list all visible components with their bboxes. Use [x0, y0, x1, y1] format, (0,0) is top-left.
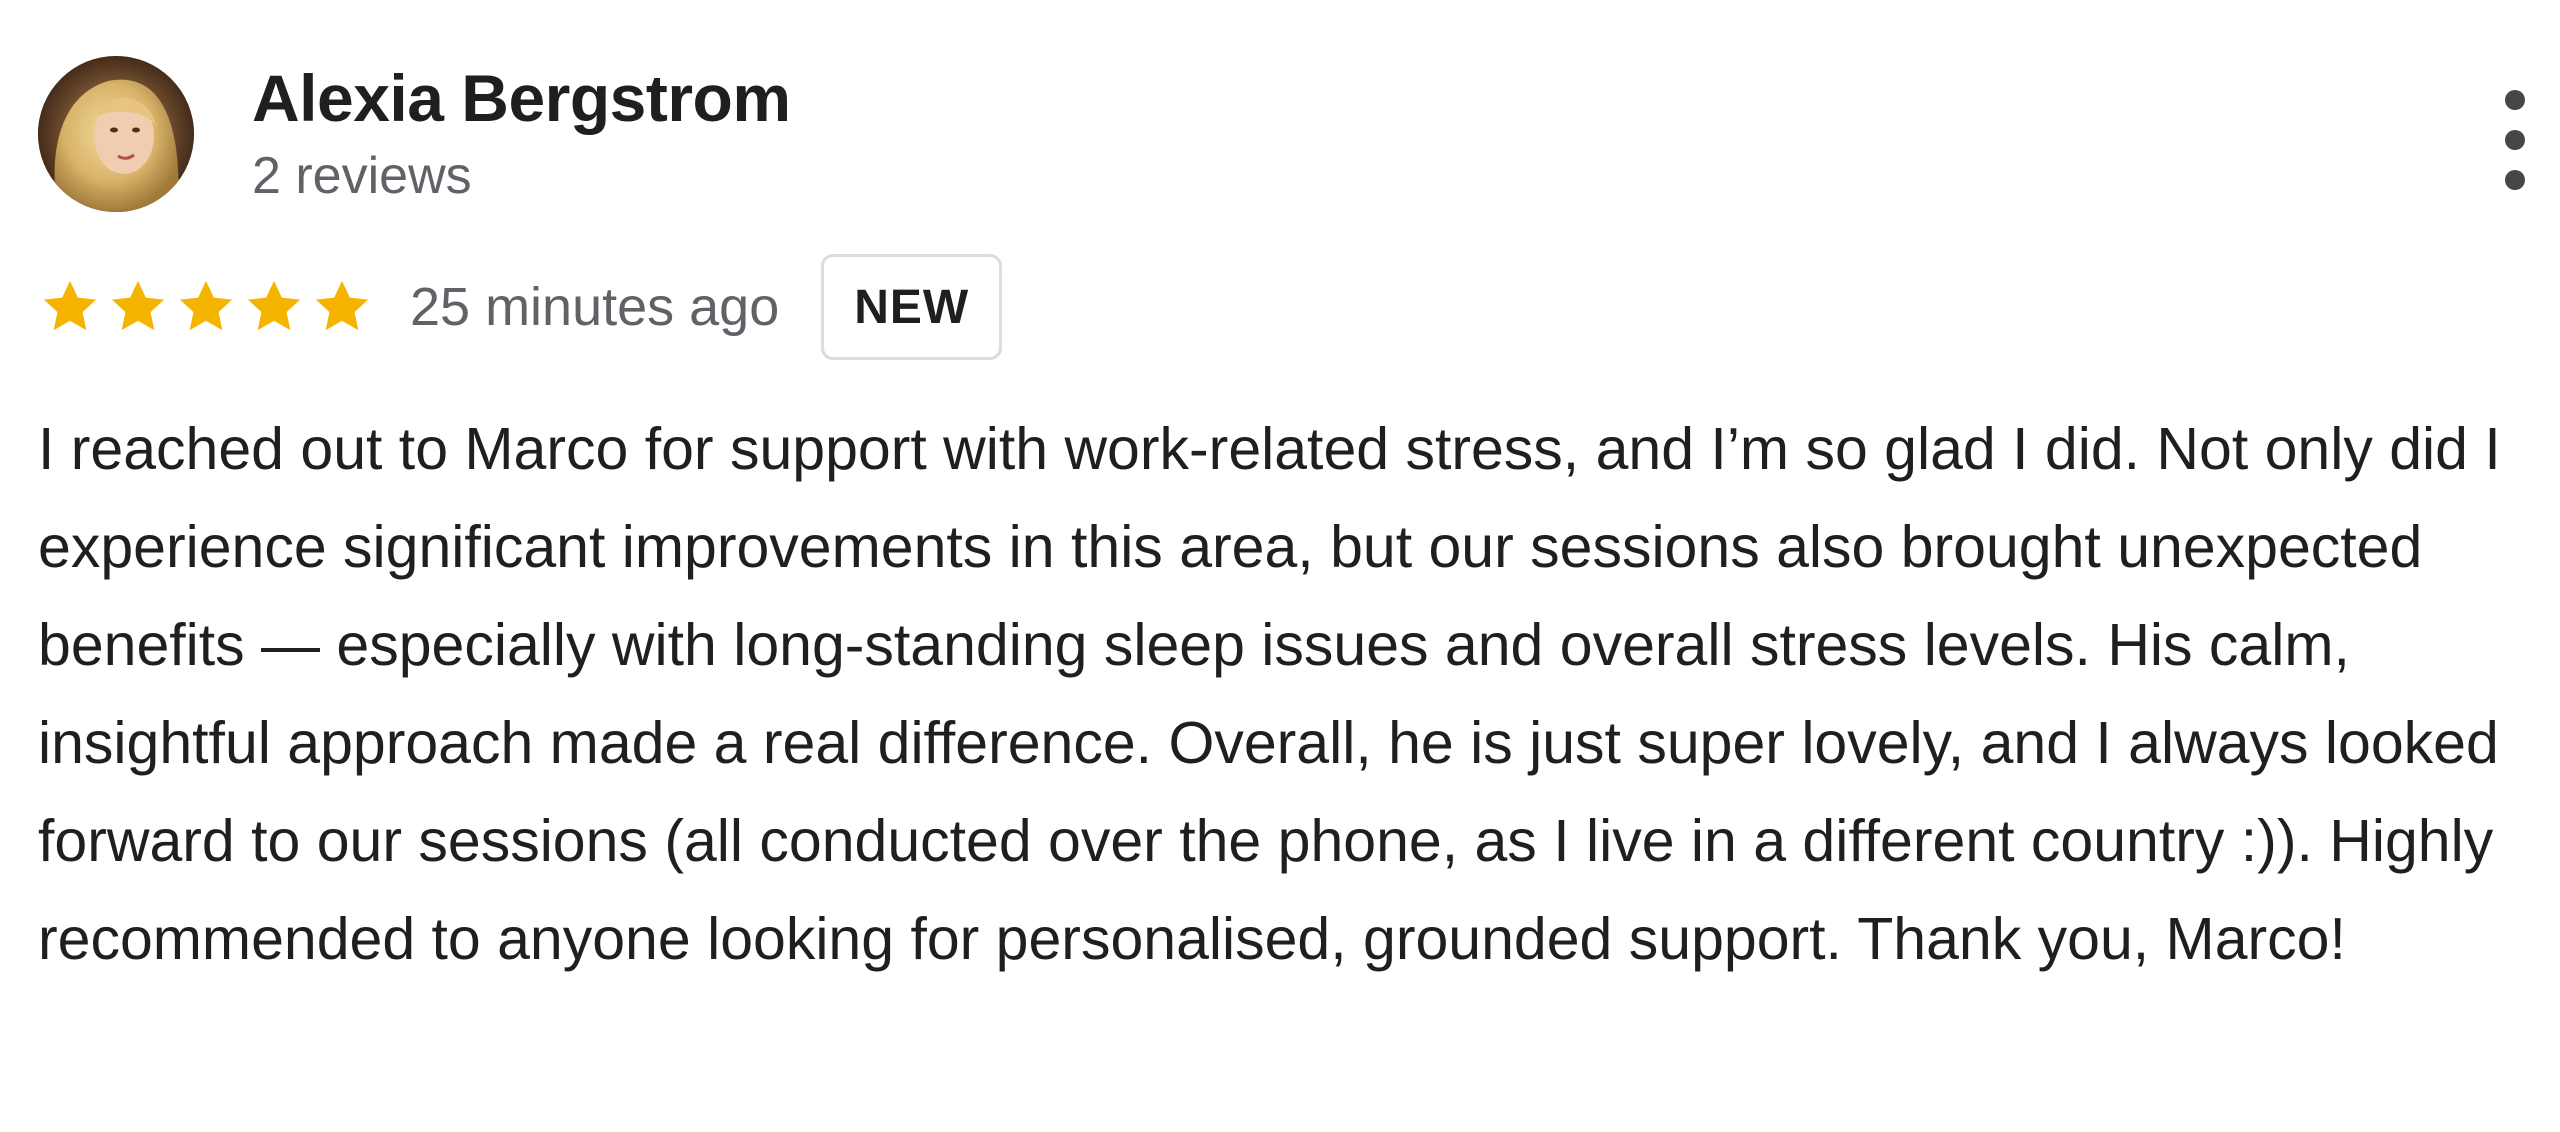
rating-row: 25 minutes ago NEW [38, 252, 1003, 362]
star-icon [38, 275, 102, 339]
avatar-image [38, 56, 194, 212]
star-icon [106, 275, 170, 339]
star-rating [38, 275, 374, 339]
more-vertical-icon-dot [2505, 130, 2525, 150]
avatar[interactable] [38, 56, 194, 212]
star-icon [310, 275, 374, 339]
more-vertical-icon-dot [2505, 170, 2525, 190]
star-icon [242, 275, 306, 339]
star-icon [174, 275, 238, 339]
review-timestamp: 25 minutes ago [410, 277, 780, 337]
author-name[interactable]: Alexia Bergstrom [252, 60, 791, 136]
new-badge: NEW [821, 254, 1003, 360]
more-vertical-icon-dot [2505, 90, 2525, 110]
review-text: I reached out to Marco for support with … [38, 416, 2501, 972]
more-options-button[interactable] [2490, 90, 2540, 190]
review-count: 2 reviews [252, 147, 472, 205]
review-card: Alexia Bergstrom 2 reviews 25 minutes ag… [0, 0, 2560, 1132]
